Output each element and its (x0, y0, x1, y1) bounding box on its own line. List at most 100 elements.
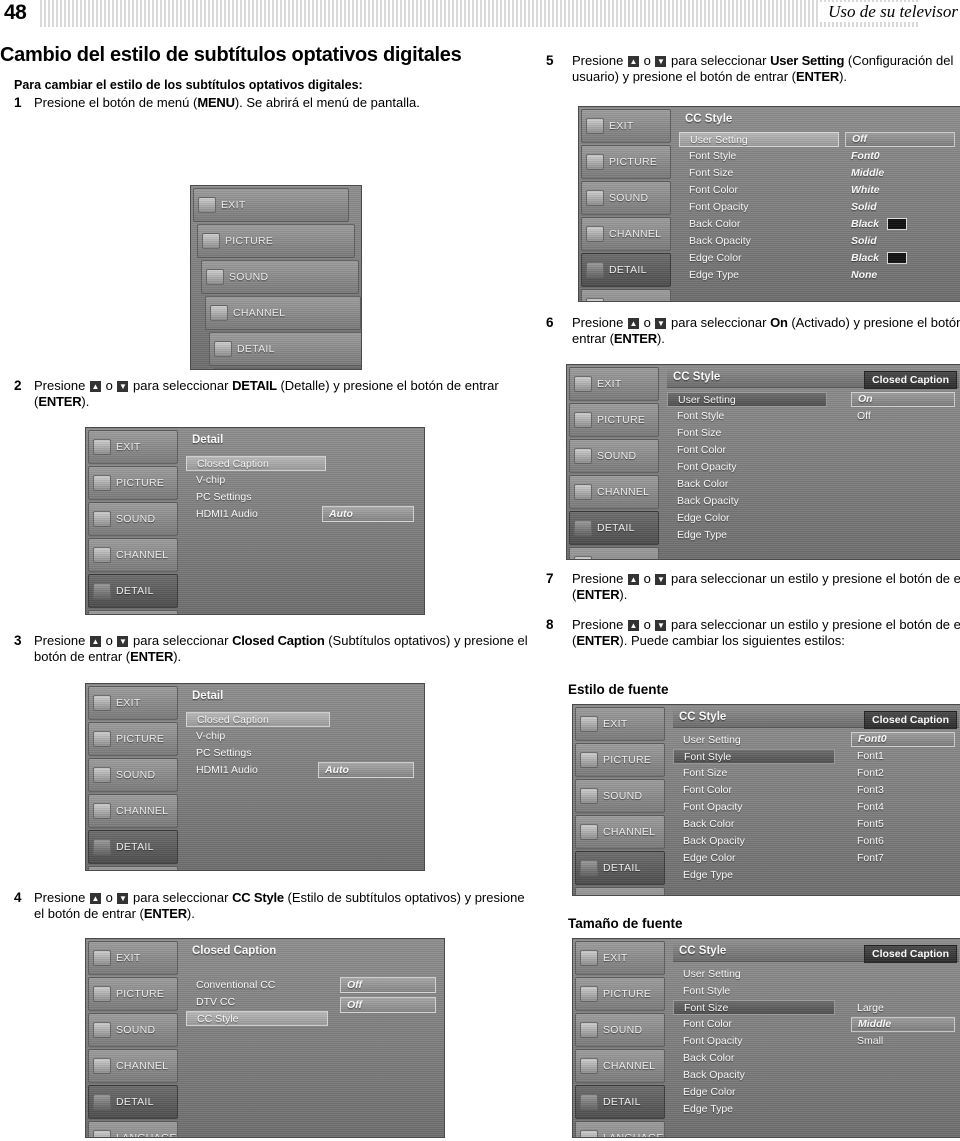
rail-item-language[interactable]: LANGUAGE (88, 1121, 178, 1137)
rail-item-language[interactable]: LANGUAGE (581, 289, 671, 301)
value-back-color[interactable]: Black (845, 216, 955, 232)
rail-item-exit[interactable]: EXIT (88, 686, 178, 720)
value-conventional-cc[interactable]: Off (340, 977, 436, 993)
rail-item-channel[interactable]: CHANNEL (88, 538, 178, 572)
rail-item-exit[interactable]: EXIT (88, 430, 178, 464)
rail-item-picture[interactable]: PICTURE (575, 743, 665, 777)
menu-row-edge-color[interactable]: Edge Color (673, 850, 835, 866)
menu-row-user-setting[interactable]: User Setting (667, 392, 827, 407)
menu-row-font-size[interactable]: Font Size (667, 425, 827, 441)
rail-item-picture[interactable]: PICTURE (88, 722, 178, 756)
value-back-opacity[interactable]: Solid (845, 233, 955, 249)
menu-row-back-opacity[interactable]: Back Opacity (679, 233, 839, 249)
value-font-color[interactable]: White (845, 182, 955, 198)
rail-item-exit[interactable]: EXIT (193, 188, 349, 222)
option-small[interactable]: Small (851, 1033, 955, 1049)
rail-item-language[interactable]: LANGUAGE (569, 547, 659, 559)
rail-item-sound[interactable]: SOUND (88, 1013, 178, 1047)
menu-row-back-color[interactable]: Back Color (673, 816, 835, 832)
rail-item-picture[interactable]: PICTURE (581, 145, 671, 179)
rail-item-picture[interactable]: PICTURE (575, 977, 665, 1011)
menu-row-edge-type[interactable]: Edge Type (673, 1101, 835, 1117)
menu-row-back-opacity[interactable]: Back Opacity (673, 1067, 835, 1083)
menu-row-font-color[interactable]: Font Color (679, 182, 839, 198)
option-font3[interactable]: Font3 (851, 782, 955, 798)
option-font2[interactable]: Font2 (851, 765, 955, 781)
rail-item-language[interactable]: LANGUAGE (88, 610, 178, 614)
value-hdmi1-audio[interactable]: Auto (318, 762, 414, 778)
option-on[interactable]: On (851, 392, 955, 407)
menu-row-pc-settings[interactable]: PC Settings (186, 489, 420, 505)
menu-row-closed-caption[interactable]: Closed Caption (186, 456, 326, 471)
option-font6[interactable]: Font6 (851, 833, 955, 849)
menu-row-font-style[interactable]: Font Style (679, 148, 839, 164)
rail-item-detail[interactable]: DETAIL (209, 332, 361, 366)
rail-item-sound[interactable]: SOUND (88, 758, 178, 792)
rail-item-channel[interactable]: CHANNEL (88, 794, 178, 828)
rail-item-detail[interactable]: DETAIL (88, 830, 178, 864)
menu-row-font-opacity[interactable]: Font Opacity (673, 799, 835, 815)
rail-item-sound[interactable]: SOUND (575, 779, 665, 813)
menu-row-font-size[interactable]: Font Size (673, 765, 835, 781)
menu-row-font-size[interactable]: Font Size (673, 1000, 835, 1015)
rail-item-language[interactable]: LANGUAGE (575, 887, 665, 895)
menu-row-font-color[interactable]: Font Color (673, 1016, 835, 1032)
rail-item-language[interactable]: LANGUAGE (575, 1121, 665, 1137)
menu-row-edge-type[interactable]: Edge Type (667, 527, 827, 543)
rail-item-detail[interactable]: DETAIL (581, 253, 671, 287)
menu-row-user-setting[interactable]: User Setting (673, 966, 835, 982)
menu-row-font-color[interactable]: Font Color (673, 782, 835, 798)
value-font-opacity[interactable]: Solid (845, 199, 955, 215)
rail-item-picture[interactable]: PICTURE (88, 977, 178, 1011)
rail-item-picture[interactable]: PICTURE (569, 403, 659, 437)
option-font7[interactable]: Font7 (851, 850, 955, 866)
value-font-size[interactable]: Middle (845, 165, 955, 181)
menu-row-font-size[interactable]: Font Size (679, 165, 839, 181)
value-hdmi1-audio[interactable]: Auto (322, 506, 414, 522)
option-font4[interactable]: Font4 (851, 799, 955, 815)
menu-row-edge-color[interactable]: Edge Color (673, 1084, 835, 1100)
rail-item-channel[interactable]: CHANNEL (569, 475, 659, 509)
menu-row-closed-caption[interactable]: Closed Caption (186, 712, 330, 727)
option-font1[interactable]: Font1 (851, 748, 955, 764)
menu-row-cc-style[interactable]: CC Style (186, 1011, 328, 1026)
menu-row-font-color[interactable]: Font Color (667, 442, 827, 458)
menu-row-edge-type[interactable]: Edge Type (679, 267, 839, 283)
rail-item-channel[interactable]: CHANNEL (88, 1049, 178, 1083)
menu-row-user-setting[interactable]: User Setting (679, 132, 839, 147)
option-large[interactable]: Large (851, 1000, 955, 1016)
rail-item-detail[interactable]: DETAIL (575, 851, 665, 885)
menu-row-font-style[interactable]: Font Style (673, 749, 835, 764)
rail-item-channel[interactable]: CHANNEL (575, 815, 665, 849)
menu-row-back-color[interactable]: Back Color (667, 476, 827, 492)
rail-item-picture[interactable]: PICTURE (197, 224, 355, 258)
rail-item-language[interactable]: LANGUAGE (213, 368, 361, 369)
rail-item-language[interactable]: LANGUAGE (88, 866, 178, 870)
menu-row-vchip[interactable]: V-chip (186, 728, 420, 744)
menu-row-back-opacity[interactable]: Back Opacity (667, 493, 827, 509)
rail-item-detail[interactable]: DETAIL (88, 574, 178, 608)
rail-item-sound[interactable]: SOUND (581, 181, 671, 215)
rail-item-detail[interactable]: DETAIL (88, 1085, 178, 1119)
menu-row-font-style[interactable]: Font Style (673, 983, 835, 999)
option-middle[interactable]: Middle (851, 1017, 955, 1032)
rail-item-channel[interactable]: CHANNEL (581, 217, 671, 251)
rail-item-picture[interactable]: PICTURE (88, 466, 178, 500)
rail-item-sound[interactable]: SOUND (569, 439, 659, 473)
menu-row-vchip[interactable]: V-chip (186, 472, 420, 488)
value-edge-type[interactable]: None (845, 267, 955, 283)
rail-item-detail[interactable]: DETAIL (569, 511, 659, 545)
menu-row-edge-color[interactable]: Edge Color (679, 250, 839, 266)
menu-row-back-color[interactable]: Back Color (679, 216, 839, 232)
menu-row-edge-type[interactable]: Edge Type (673, 867, 835, 883)
rail-item-channel[interactable]: CHANNEL (575, 1049, 665, 1083)
rail-item-exit[interactable]: EXIT (581, 109, 671, 143)
option-font5[interactable]: Font5 (851, 816, 955, 832)
value-dtv-cc[interactable]: Off (340, 997, 436, 1013)
menu-row-font-opacity[interactable]: Font Opacity (667, 459, 827, 475)
rail-item-exit[interactable]: EXIT (88, 941, 178, 975)
option-off[interactable]: Off (851, 408, 955, 424)
rail-item-exit[interactable]: EXIT (575, 941, 665, 975)
rail-item-sound[interactable]: SOUND (575, 1013, 665, 1047)
rail-item-exit[interactable]: EXIT (569, 367, 659, 401)
